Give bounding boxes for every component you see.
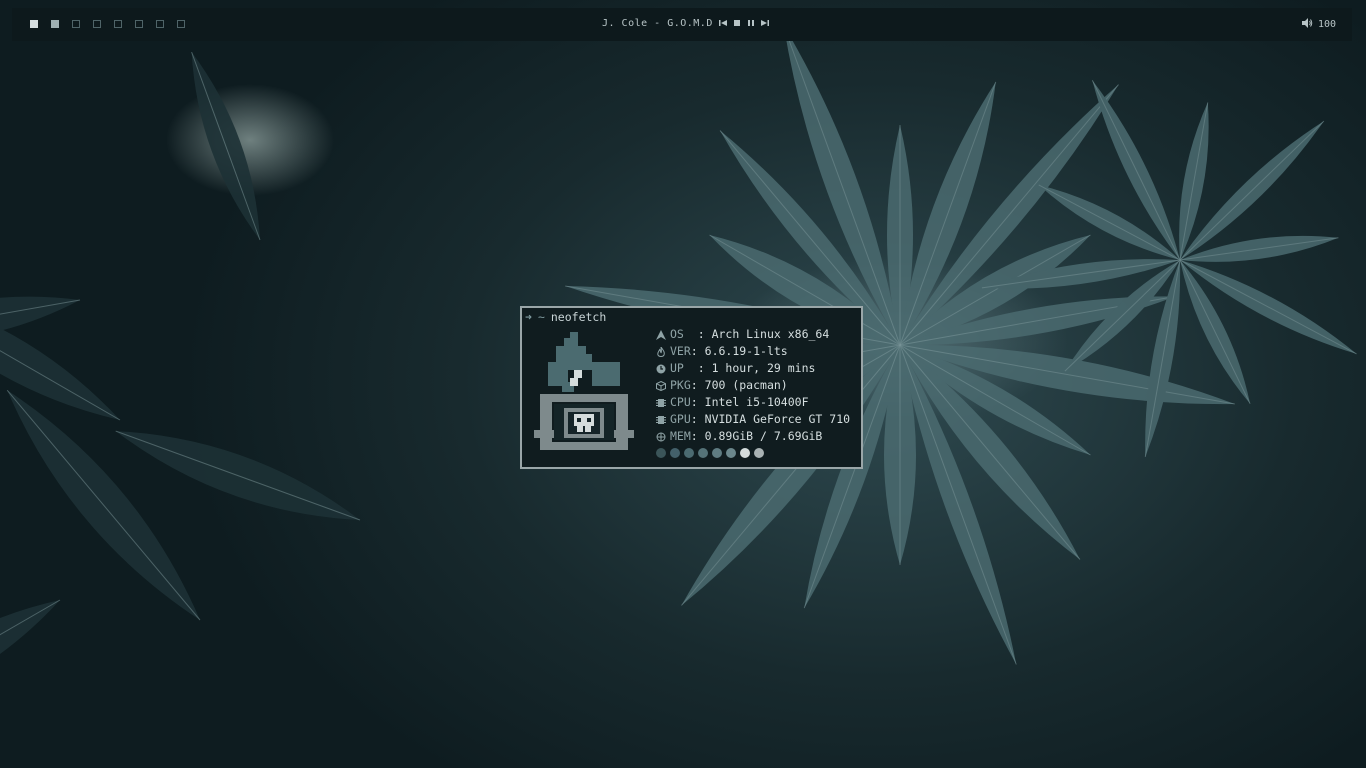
memory-icon xyxy=(655,432,667,442)
workspace-3[interactable] xyxy=(72,20,80,28)
volume-level: 100 xyxy=(1317,19,1336,30)
now-playing-title: J. Cole - G.O.M.D xyxy=(602,18,713,29)
info-row-cpu: CPU: Intel i5-10400F xyxy=(655,394,850,411)
skip-previous-icon[interactable] xyxy=(718,19,727,29)
terminal-window[interactable]: ➜ ~ neofetch OS: Arch Linux x86_64 VER … xyxy=(520,306,863,469)
pause-icon[interactable] xyxy=(747,19,755,29)
os-value: Arch Linux x86_64 xyxy=(711,327,830,341)
workspace-6[interactable] xyxy=(135,20,143,28)
arch-logo-icon xyxy=(655,329,667,340)
info-row-packages: PKG: 700 (pacman) xyxy=(655,377,850,394)
palette-swatch xyxy=(740,448,750,458)
info-row-memory: MEM: 0.89GiB / 7.69GiB xyxy=(655,428,850,445)
palette-swatch xyxy=(656,448,666,458)
workspace-7[interactable] xyxy=(156,20,164,28)
skip-next-icon[interactable] xyxy=(760,19,769,29)
prompt-cwd: ~ xyxy=(537,310,545,324)
prompt-command: neofetch xyxy=(550,310,607,324)
shell-prompt: ➜ ~ neofetch xyxy=(525,310,606,324)
palette-swatch xyxy=(754,448,764,458)
info-row-ver: VER: 6.6.19-1-lts xyxy=(655,343,850,360)
stop-icon[interactable] xyxy=(733,19,741,29)
workspace-indicator xyxy=(30,20,185,28)
color-palette xyxy=(656,448,764,458)
flame-icon xyxy=(655,346,667,357)
palette-swatch xyxy=(726,448,736,458)
info-row-gpu: GPU: NVIDIA GeForce GT 710 xyxy=(655,411,850,428)
workspace-8[interactable] xyxy=(177,20,185,28)
ascii-logo xyxy=(534,332,634,459)
workspace-5[interactable] xyxy=(114,20,122,28)
system-info-list: OS : Arch Linux x86_64 VER: 6.6.19-1-lts… xyxy=(655,326,850,445)
workspace-1[interactable] xyxy=(30,20,38,28)
workspace-4[interactable] xyxy=(93,20,101,28)
palette-swatch xyxy=(712,448,722,458)
media-player: J. Cole - G.O.M.D xyxy=(602,18,769,29)
uptime-value: 1 hour, 29 mins xyxy=(711,361,816,375)
palette-swatch xyxy=(670,448,680,458)
gpu-value: NVIDIA GeForce GT 710 xyxy=(704,412,851,426)
workspace-2[interactable] xyxy=(51,20,59,28)
speaker-icon xyxy=(1301,18,1313,31)
memory-value: 0.89GiB / 7.69GiB xyxy=(704,429,823,443)
palette-swatch xyxy=(684,448,694,458)
prompt-arrow: ➜ xyxy=(525,310,532,324)
palette-swatch xyxy=(698,448,708,458)
top-bar: J. Cole - G.O.M.D 100 xyxy=(12,8,1352,41)
info-row-uptime: UP : 1 hour, 29 mins xyxy=(655,360,850,377)
cpu-value: Intel i5-10400F xyxy=(704,395,809,409)
volume-widget[interactable]: 100 xyxy=(1301,18,1336,31)
chip-icon xyxy=(655,415,667,425)
package-icon xyxy=(655,380,667,391)
desktop: J. Cole - G.O.M.D 100 ➜ ~ neofetch OS: … xyxy=(0,0,1366,768)
clock-icon xyxy=(655,364,667,374)
kernel-value: 6.6.19-1-lts xyxy=(704,344,788,358)
info-row-os: OS : Arch Linux x86_64 xyxy=(655,326,850,343)
packages-value: 700 (pacman) xyxy=(704,378,788,392)
chip-icon xyxy=(655,398,667,408)
